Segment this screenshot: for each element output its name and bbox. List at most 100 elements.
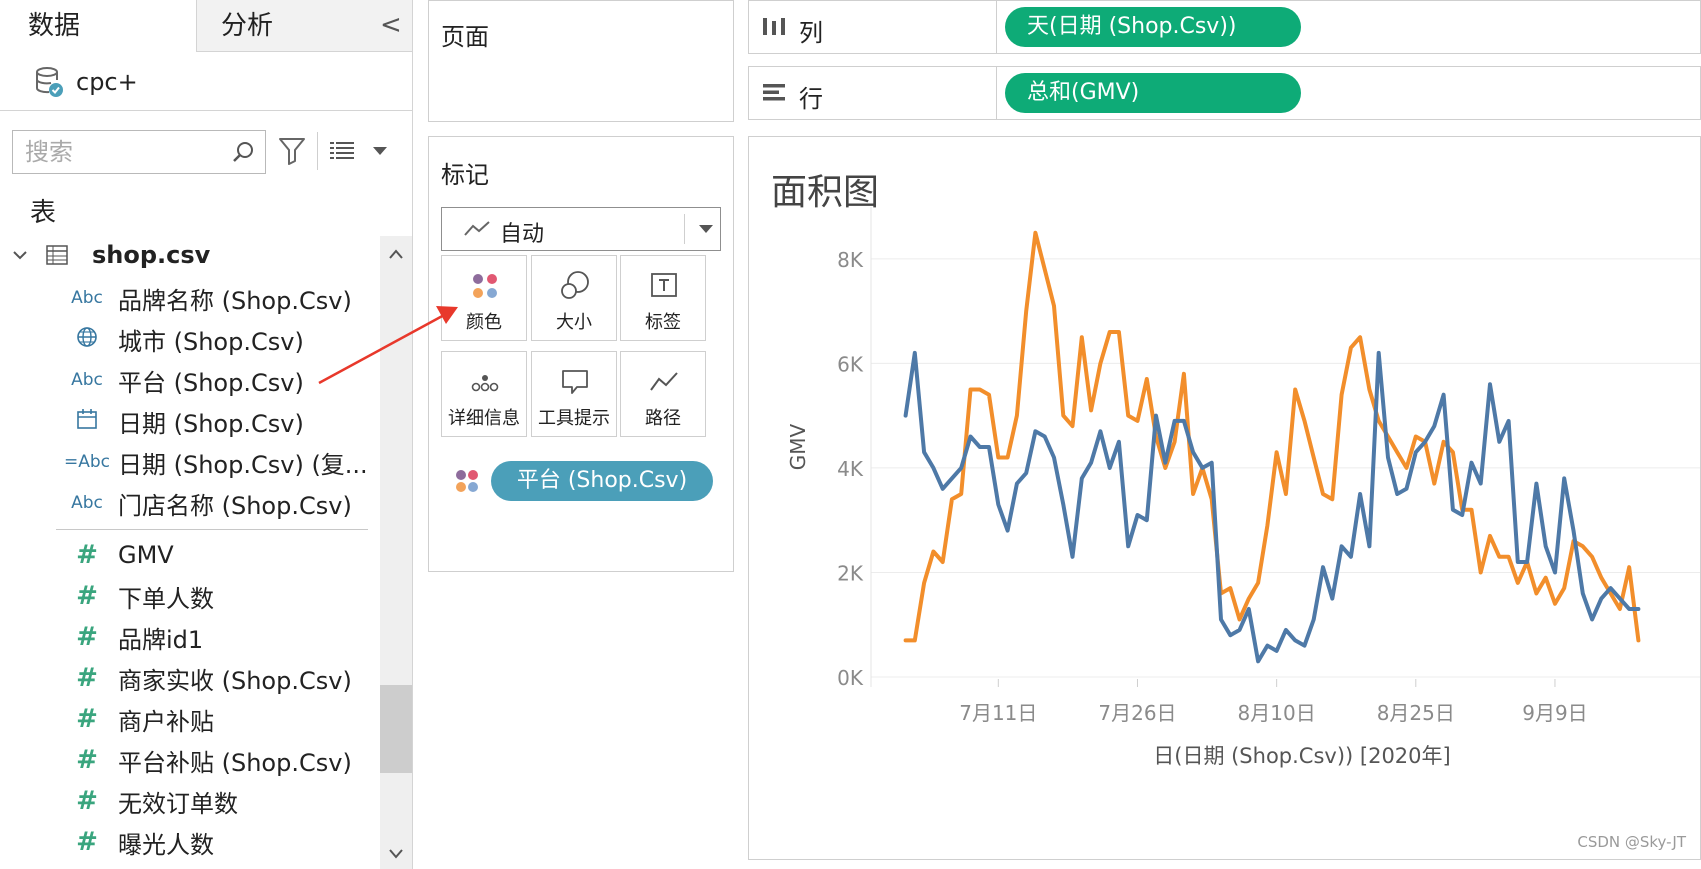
rows-icon: [763, 84, 785, 101]
pages-shelf[interactable]: 页面: [428, 0, 734, 122]
tab-data[interactable]: 数据: [0, 0, 196, 52]
x-tick-label: 7月26日: [1098, 701, 1176, 725]
field-brand-id[interactable]: # 品牌id1: [56, 619, 376, 655]
divider: [56, 529, 368, 530]
field-order-users[interactable]: # 下单人数: [56, 578, 376, 614]
color-palette-icon: [456, 470, 478, 492]
path-mark-button[interactable]: 路径: [620, 351, 706, 437]
field-city[interactable]: 城市 (Shop.Csv): [56, 321, 376, 357]
field-merchant-income[interactable]: # 商家实收 (Shop.Csv): [56, 660, 376, 696]
number-type-icon: #: [76, 663, 98, 693]
calendar-icon: [56, 408, 118, 435]
field-exposure-users[interactable]: # 曝光人数: [56, 824, 376, 860]
table-row-shop-csv[interactable]: shop.csv: [12, 238, 210, 272]
field-date-copy[interactable]: =Abc 日期 (Shop.Csv) (复...: [56, 444, 376, 480]
field-store-name[interactable]: Abc 门店名称 (Shop.Csv): [56, 485, 376, 521]
field-label: 品牌名称 (Shop.Csv): [118, 286, 352, 315]
chevron-down-icon[interactable]: [388, 848, 404, 860]
divider: [684, 214, 685, 244]
rows-pill[interactable]: 总和(GMV): [1005, 73, 1301, 113]
columns-shelf-header: 列: [749, 1, 997, 53]
marks-card: 标记 自动 颜色 大小 标签 详细信息 工具提示 路径 平台 (Shop.Csv…: [428, 136, 734, 572]
x-tick-label: 8月10日: [1238, 701, 1316, 725]
calculated-string-icon: =Abc: [63, 452, 110, 472]
chevron-up-icon[interactable]: [388, 248, 404, 260]
field-label: 平台 (Shop.Csv): [118, 368, 304, 397]
color-field-pill[interactable]: 平台 (Shop.Csv): [491, 461, 713, 501]
x-axis-title: 日(日期 (Shop.Csv)) [2020年]: [1153, 744, 1450, 768]
columns-pill[interactable]: 天(日期 (Shop.Csv)): [1005, 7, 1301, 47]
path-line-icon: [650, 372, 678, 391]
size-icon: [561, 271, 589, 299]
field-label: 日期 (Shop.Csv) (复...: [118, 450, 368, 479]
collapse-pane-button[interactable]: <: [380, 10, 402, 40]
y-tick-label: 0K: [837, 666, 864, 690]
datasource-icon: [36, 67, 63, 97]
mark-button-label: 详细信息: [448, 408, 520, 429]
search-box[interactable]: [12, 130, 266, 174]
chevron-down-icon[interactable]: [12, 247, 28, 263]
field-platform[interactable]: Abc 平台 (Shop.Csv): [56, 362, 376, 398]
list-view-icon[interactable]: [330, 140, 354, 160]
scrollbar-thumb[interactable]: [380, 685, 412, 773]
viz-area[interactable]: 面积图 0K 2K 4K 6K 8K 7月11日 7月26日 8月10日 8月25日 9月9日 GM…: [748, 136, 1701, 860]
datasource-name: cpc+: [76, 68, 138, 96]
chevron-down-icon[interactable]: [372, 146, 388, 156]
text-label-icon: [651, 273, 677, 297]
color-mark-button[interactable]: 颜色: [441, 255, 527, 341]
field-platform-subsidy[interactable]: # 平台补贴 (Shop.Csv): [56, 742, 376, 778]
field-label: 品牌id1: [118, 625, 204, 654]
divider: [317, 132, 318, 170]
string-type-icon: Abc: [71, 370, 103, 390]
rows-shelf-header: 行: [749, 67, 997, 119]
detail-mark-button[interactable]: 详细信息: [441, 351, 527, 437]
field-brand-name[interactable]: Abc 品牌名称 (Shop.Csv): [56, 280, 376, 316]
mark-button-label: 大小: [556, 312, 592, 333]
field-date[interactable]: 日期 (Shop.Csv): [56, 403, 376, 439]
tables-heading: 表: [30, 198, 57, 228]
rows-shelf-label: 行: [799, 85, 823, 113]
field-label: 城市 (Shop.Csv): [118, 327, 304, 356]
field-label: 商户补贴: [118, 707, 214, 736]
globe-icon: [56, 326, 118, 353]
field-label: GMV: [118, 541, 174, 569]
line-chart[interactable]: 0K 2K 4K 6K 8K 7月11日 7月26日 8月10日 8月25日 9月9日 GMV 日(日…: [749, 137, 1701, 860]
y-axis-title: GMV: [786, 423, 810, 470]
mark-button-label: 工具提示: [538, 408, 610, 429]
scrollbar[interactable]: [380, 236, 412, 869]
field-label: 平台补贴 (Shop.Csv): [118, 748, 352, 777]
x-tick-label: 9月9日: [1522, 701, 1587, 725]
string-type-icon: Abc: [71, 493, 103, 513]
chevron-down-icon[interactable]: [698, 224, 714, 234]
mark-type-dropdown[interactable]: 自动: [441, 207, 721, 251]
field-invalid-orders[interactable]: # 无效订单数: [56, 783, 376, 819]
series-line-0: [903, 230, 1641, 643]
pages-title: 页面: [441, 23, 489, 51]
field-label: 下单人数: [118, 584, 214, 613]
number-type-icon: #: [76, 581, 98, 611]
y-tick-label: 8K: [837, 248, 864, 272]
x-tick-label: 7月11日: [959, 701, 1037, 725]
color-palette-icon: [473, 274, 497, 298]
number-type-icon: #: [76, 786, 98, 816]
field-label: 日期 (Shop.Csv): [118, 409, 304, 438]
tooltip-mark-button[interactable]: 工具提示: [531, 351, 617, 437]
table-name: shop.csv: [92, 241, 211, 269]
label-mark-button[interactable]: 标签: [620, 255, 706, 341]
datasource-row[interactable]: cpc+: [34, 64, 138, 100]
columns-shelf[interactable]: 列 天(日期 (Shop.Csv)): [748, 0, 1701, 54]
number-type-icon: #: [76, 622, 98, 652]
filter-icon[interactable]: [278, 136, 306, 166]
size-mark-button[interactable]: 大小: [531, 255, 617, 341]
series-line-1: [903, 350, 1641, 664]
field-merchant-subsidy[interactable]: # 商户补贴: [56, 701, 376, 737]
search-input[interactable]: [13, 131, 233, 173]
field-gmv[interactable]: # GMV: [56, 537, 376, 573]
columns-shelf-label: 列: [799, 19, 823, 47]
line-mark-icon: [464, 221, 490, 236]
mark-button-label: 路径: [645, 408, 681, 429]
search-icon[interactable]: [231, 140, 255, 164]
divider: [0, 110, 412, 111]
field-label: 无效订单数: [118, 789, 238, 818]
rows-shelf[interactable]: 行 总和(GMV): [748, 66, 1701, 120]
